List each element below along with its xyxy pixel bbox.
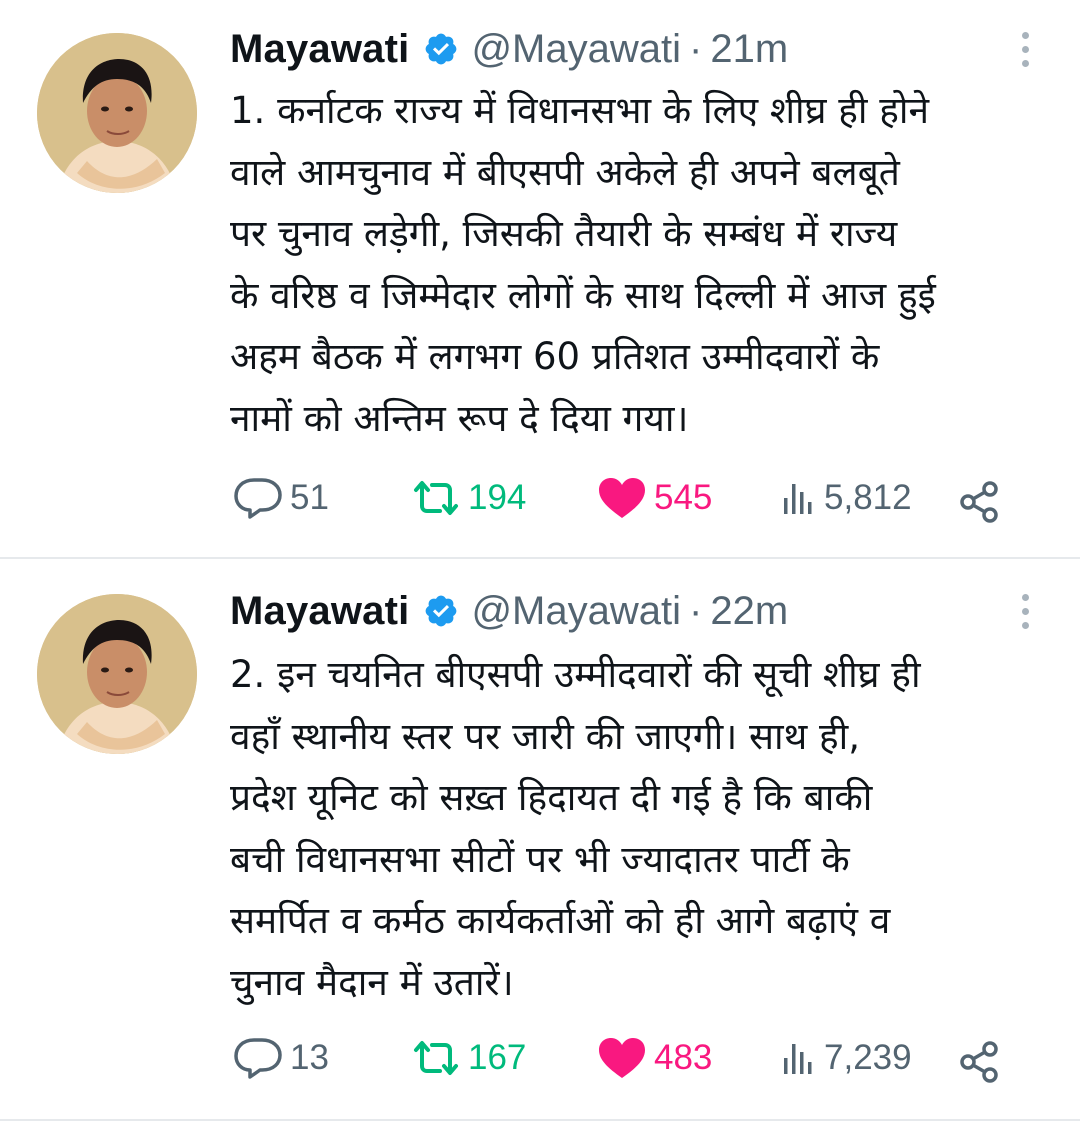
retweet-icon — [414, 481, 458, 515]
author-name[interactable]: Mayawati — [230, 27, 409, 72]
share-button[interactable] — [958, 474, 1004, 530]
retweet-button[interactable]: 167 — [410, 1030, 526, 1086]
like-count: 483 — [654, 1038, 713, 1077]
views-button[interactable]: 7,239 — [778, 1030, 912, 1086]
heart-filled-icon — [599, 1038, 645, 1078]
like-count: 545 — [654, 478, 713, 517]
tweet-actions: 51 194 545 5,812 — [232, 470, 1022, 526]
share-icon — [960, 1041, 998, 1083]
reply-count: 13 — [290, 1038, 329, 1077]
more-vertical-icon[interactable] — [1018, 32, 1032, 72]
retweet-count: 194 — [468, 478, 527, 517]
retweet-count: 167 — [468, 1038, 527, 1077]
separator-dot: · — [689, 588, 703, 633]
tweet-1[interactable]: Mayawati @Mayawati · 21m 1. कर्नाटक राज्… — [0, 0, 1080, 559]
like-button[interactable]: 545 — [596, 470, 712, 526]
avatar[interactable] — [37, 594, 197, 754]
views-button[interactable]: 5,812 — [778, 470, 912, 526]
retweet-button[interactable]: 194 — [410, 470, 526, 526]
timestamp[interactable]: 21m — [710, 27, 788, 72]
retweet-icon — [414, 1041, 458, 1075]
author-handle[interactable]: @Mayawati — [471, 27, 681, 72]
tweet-header: Mayawati @Mayawati · 21m — [230, 24, 1040, 74]
share-button[interactable] — [958, 1034, 1004, 1090]
reply-bubble-icon — [234, 478, 282, 519]
tweet-text: 1. कर्नाटक राज्य में विधानसभा के लिए शीघ… — [230, 89, 936, 440]
views-bar-chart-icon — [784, 1044, 812, 1074]
reply-count: 51 — [290, 478, 329, 517]
heart-filled-icon — [599, 478, 645, 518]
author-handle[interactable]: @Mayawati — [471, 589, 681, 634]
separator-dot: · — [689, 26, 703, 71]
reply-bubble-icon — [234, 1038, 282, 1079]
timestamp[interactable]: 22m — [710, 589, 788, 634]
reply-button[interactable]: 13 — [232, 1030, 329, 1086]
author-name[interactable]: Mayawati — [230, 589, 409, 634]
verified-badge-icon[interactable] — [423, 593, 459, 629]
tweet-actions: 13 167 483 7,239 — [232, 1030, 1022, 1086]
tweet-text: 2. इन चयनित बीएसपी उम्मीदवारों की सूची श… — [230, 653, 921, 1004]
tweet-2[interactable]: Mayawati @Mayawati · 22m 2. इन चयनित बीए… — [0, 558, 1080, 1121]
like-button[interactable]: 483 — [596, 1030, 712, 1086]
share-icon — [960, 481, 998, 523]
views-bar-chart-icon — [784, 484, 812, 514]
reply-button[interactable]: 51 — [232, 470, 329, 526]
views-count: 7,239 — [824, 1038, 912, 1077]
verified-badge-icon[interactable] — [423, 31, 459, 67]
more-vertical-icon[interactable] — [1018, 594, 1032, 634]
tweet-header: Mayawati @Mayawati · 22m — [230, 586, 1040, 636]
avatar[interactable] — [37, 33, 197, 193]
views-count: 5,812 — [824, 478, 912, 517]
